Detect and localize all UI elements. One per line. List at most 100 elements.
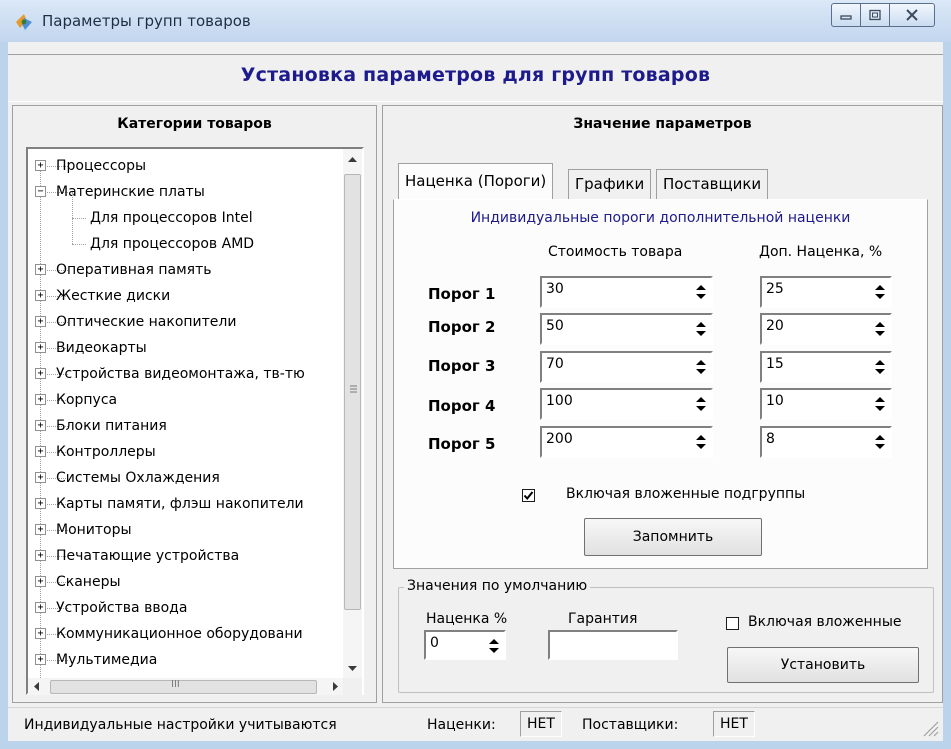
expand-icon[interactable]: + <box>35 394 46 405</box>
threshold-2-cost-stepper[interactable]: 50 <box>540 313 713 345</box>
scroll-down-arrow-icon[interactable] <box>343 659 362 679</box>
expand-icon[interactable]: + <box>35 420 46 431</box>
categories-tree[interactable]: + Процессоры − Материнские платы Для процесс… <box>26 147 364 695</box>
tab-charts[interactable]: Графики <box>568 169 652 199</box>
threshold-1-cost-stepper[interactable]: 30 <box>540 276 713 308</box>
expand-icon[interactable]: + <box>35 342 46 353</box>
include-nested-checkbox[interactable] <box>726 617 739 630</box>
tree-item[interactable]: + Печатающие устройства <box>28 543 362 569</box>
threshold-4-extra-stepper[interactable]: 10 <box>760 388 892 420</box>
scroll-up-arrow-icon[interactable] <box>343 149 362 169</box>
tree-item[interactable]: + Контроллеры <box>28 439 362 465</box>
spin-arrows-icon[interactable] <box>873 432 887 452</box>
scroll-left-arrow-icon[interactable] <box>30 678 44 695</box>
maximize-icon <box>869 9 881 21</box>
status-markups-label: Наценки: <box>427 717 496 733</box>
warranty-field[interactable] <box>548 630 678 660</box>
expand-icon[interactable]: + <box>35 472 46 483</box>
threshold-4-cost-stepper[interactable]: 100 <box>540 388 713 420</box>
categories-heading: Категории товаров <box>117 116 272 132</box>
resize-grip-icon[interactable] <box>918 716 940 738</box>
hscroll-grip: III <box>171 679 180 690</box>
tree-item[interactable]: + Устройства видеомонтажа, тв-тю <box>28 361 362 387</box>
threshold-5-extra-stepper[interactable]: 8 <box>760 426 892 458</box>
expand-icon[interactable]: + <box>35 576 46 587</box>
tree-item-label: Оптические накопители <box>56 314 237 330</box>
status-info: Индивидуальные настройки учитываются <box>24 717 337 733</box>
tree-item[interactable]: + Мониторы <box>28 517 362 543</box>
tree-item[interactable]: + Процессоры <box>28 153 362 179</box>
scroll-corner <box>343 678 362 695</box>
tab-markup-thresholds[interactable]: Наценка (Пороги) <box>398 163 554 199</box>
threshold-4-label: Порог 4 <box>428 397 496 415</box>
tree-item[interactable]: + Корпуса <box>28 387 362 413</box>
expand-icon[interactable]: + <box>35 264 46 275</box>
tree-item-label: Мониторы <box>56 522 132 538</box>
spin-arrows-icon[interactable] <box>694 357 708 377</box>
expand-icon[interactable]: + <box>35 498 46 509</box>
tree-branch-line <box>72 244 86 245</box>
expand-icon[interactable]: + <box>35 550 46 561</box>
spin-arrows-icon[interactable] <box>873 394 887 414</box>
tree-item[interactable]: + Блоки питания <box>28 413 362 439</box>
tree-item-label: Печатающие устройства <box>56 548 240 564</box>
default-markup-label: Наценка % <box>426 611 508 627</box>
tree-item[interactable]: + Системы Охлаждения <box>28 465 362 491</box>
expand-icon[interactable]: + <box>35 654 46 665</box>
expand-icon[interactable]: + <box>35 602 46 613</box>
spin-arrows-icon[interactable] <box>694 319 708 339</box>
tree-item[interactable]: + Видеокарты <box>28 335 362 361</box>
spin-arrows-icon[interactable] <box>873 319 887 339</box>
tree-item[interactable]: + Оперативная память <box>28 257 362 283</box>
expand-icon[interactable]: + <box>35 316 46 327</box>
thumb-grip-icon <box>350 385 357 393</box>
tree-item[interactable]: Для процессоров Intel <box>28 192 362 231</box>
minimize-button[interactable] <box>831 3 861 27</box>
tree-item-label: Мультимедиа <box>56 652 158 668</box>
tree-item[interactable]: + Коммуникационное оборудовани <box>28 621 362 647</box>
threshold-3-cost-stepper[interactable]: 70 <box>540 351 713 383</box>
spin-arrows-icon[interactable] <box>487 636 501 656</box>
collapse-icon[interactable]: − <box>35 186 46 197</box>
tree-item[interactable]: + Жесткие диски <box>28 283 362 309</box>
threshold-3-extra-stepper[interactable]: 15 <box>760 351 892 383</box>
tree-scroll-thumb[interactable] <box>344 174 361 610</box>
threshold-1-extra-stepper[interactable]: 25 <box>760 276 892 308</box>
app-icon <box>16 14 32 30</box>
save-button[interactable]: Запомнить <box>584 518 762 556</box>
threshold-1-label: Порог 1 <box>428 285 496 303</box>
spin-arrows-icon[interactable] <box>694 432 708 452</box>
threshold-2-extra-stepper[interactable]: 20 <box>760 313 892 345</box>
tree-item[interactable]: + Мультимедиа <box>28 647 362 673</box>
scroll-right-arrow-icon[interactable] <box>328 678 342 695</box>
threshold-2-extra-value: 20 <box>766 318 784 334</box>
expand-icon[interactable]: + <box>35 628 46 639</box>
defaults-legend: Значения по умолчанию <box>404 578 591 594</box>
threshold-5-extra-value: 8 <box>766 431 775 447</box>
close-button[interactable] <box>889 3 935 27</box>
tree-item-label: Для процессоров Intel <box>90 210 253 226</box>
maximize-button[interactable] <box>860 3 890 27</box>
status-suppliers-label: Поставщики: <box>582 717 679 733</box>
set-button[interactable]: Установить <box>727 647 919 683</box>
expand-icon[interactable]: + <box>35 368 46 379</box>
expand-icon[interactable]: + <box>35 524 46 535</box>
tree-item[interactable]: + Оптические накопители <box>28 309 362 335</box>
tree-item[interactable]: Для процессоров AMD <box>28 218 362 257</box>
spin-arrows-icon[interactable] <box>694 282 708 302</box>
spin-arrows-icon[interactable] <box>694 394 708 414</box>
spin-arrows-icon[interactable] <box>873 357 887 377</box>
expand-icon[interactable]: + <box>35 446 46 457</box>
tree-item[interactable]: + Устройства ввода <box>28 595 362 621</box>
expand-icon[interactable]: + <box>35 160 46 171</box>
tree-hscroll-thumb[interactable]: III <box>50 679 317 694</box>
threshold-5-cost-stepper[interactable]: 200 <box>540 426 713 458</box>
tab-suppliers[interactable]: Поставщики <box>656 169 769 199</box>
expand-icon[interactable]: + <box>35 290 46 301</box>
default-markup-stepper[interactable]: 0 <box>424 630 506 660</box>
spin-arrows-icon[interactable] <box>873 282 887 302</box>
tree-item[interactable]: − Материнские платы <box>28 179 362 205</box>
tree-item[interactable]: + Сканеры <box>28 569 362 595</box>
include-subgroups-checkbox[interactable] <box>522 489 535 502</box>
tree-item[interactable]: + Карты памяти, флэш накопители <box>28 491 362 517</box>
